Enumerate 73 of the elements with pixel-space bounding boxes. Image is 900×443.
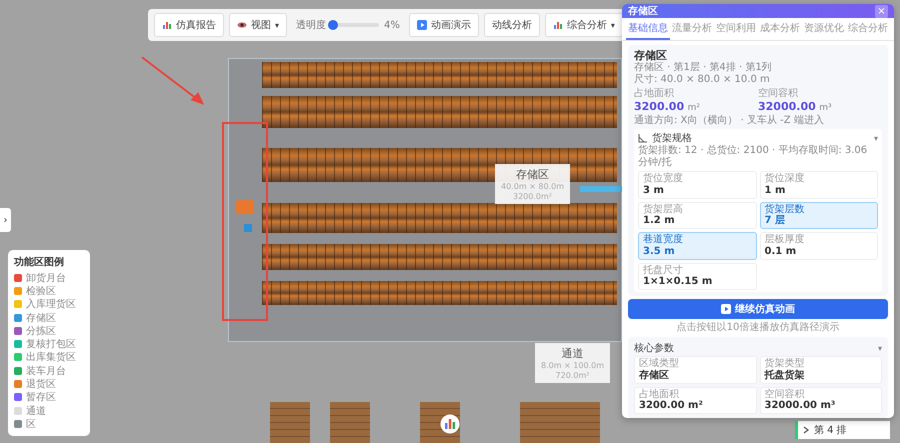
stat-label: 占地面积 (634, 88, 675, 100)
legend-label: 复核打包区 (26, 338, 76, 352)
continue-animation-button[interactable]: 继续仿真动画 (628, 299, 888, 320)
opacity-label: 透明度 (296, 18, 326, 32)
forklift-marker-icon (236, 200, 254, 214)
param-field: 空间容积 32000.00 m³ (760, 386, 882, 414)
legend-label: 存储区 (26, 312, 56, 325)
play-icon (416, 20, 427, 30)
spec-field: 托盘尺寸 1×1×0.15 m (638, 262, 756, 290)
zone-title: 通道 (560, 346, 584, 361)
stat-value: 3200.00 m² (634, 100, 701, 114)
section-header[interactable]: 核心参数 ▾ (634, 341, 882, 356)
legend-label: 入库理货区 (26, 298, 76, 312)
pallet-stack-drawing (330, 402, 370, 443)
toolbar-button[interactable]: 视图 ▾ (229, 13, 288, 37)
legend-label: 通道 (26, 404, 46, 418)
chevron-icon (803, 426, 809, 434)
legend-label: 检验区 (26, 284, 56, 298)
toolbar-button[interactable]: 动画演示 (408, 13, 479, 37)
caret-icon: ▾ (874, 134, 878, 143)
panel-tab[interactable]: 基础信息 (626, 18, 670, 40)
toolbar-button[interactable]: 动线分析 (484, 13, 540, 37)
play-icon (721, 304, 731, 314)
spec-field: 货架层数 7 层 (760, 202, 878, 230)
section-title: 核心参数 (634, 342, 675, 356)
section-title: 货架规格 (652, 132, 693, 144)
pallet-stack-drawing (270, 402, 310, 443)
param-field: 占地面积 3200.00 m² (634, 386, 756, 414)
legend-title: 功能区图例 (14, 256, 65, 269)
chart-icon[interactable] (440, 414, 460, 434)
spec-note: 货架排数: 12 · 总货位: 2100 · 平均存取时间: 3.06 分钟/托 (638, 145, 868, 170)
section-header[interactable]: 货架规格 ▾ (638, 131, 878, 146)
opacity-reading: 4% (384, 20, 400, 30)
zone-area: 3200.0m² (501, 192, 564, 202)
stat-value: 32000.00 m³ (758, 100, 833, 114)
legend-label: 出库集货区 (26, 350, 76, 364)
ruler-icon (638, 133, 648, 144)
spec-field: 巷道宽度 3.5 m (638, 232, 756, 260)
hint-text: 点击按钮以10倍速播放仿真路径演示 (676, 322, 840, 334)
zone-path: 存储区 · 第1层 · 第4排 · 第1列 (634, 62, 773, 74)
legend-label: 区 (26, 418, 36, 431)
sidebar-toggle[interactable]: › (0, 208, 11, 232)
zone-area: 720.0m² (541, 370, 604, 380)
legend-label: 装车月台 (26, 364, 66, 378)
row-label: 第 4 排 (814, 424, 847, 437)
param-field: 区域类型 存储区 (634, 356, 756, 384)
zone-dimensions: 8.0m × 100.0m (541, 361, 604, 371)
spec-field: 层板厚度 0.1 m (760, 232, 878, 260)
bar-chart-icon (162, 20, 172, 30)
legend-label: 退货区 (26, 378, 56, 392)
panel-title: 存储区 (628, 4, 658, 18)
spec-field: 货架层高 1.2 m (638, 202, 756, 230)
caret-icon: ▾ (878, 344, 882, 353)
eye-icon (237, 20, 247, 30)
spec-field: 货位深度 1 m (760, 171, 878, 199)
legend-label: 分拣区 (26, 324, 56, 338)
zone-dimensions: 40.0m × 80.0m (501, 182, 564, 192)
aisle-note: 通道方向: X向（横向） · 叉车从 -Z 端进入 (634, 115, 825, 128)
stat-label: 空间容积 (758, 88, 799, 100)
legend-label: 暂存区 (26, 390, 56, 404)
pallet-stack-drawing (560, 402, 600, 443)
zone-size: 尺寸: 40.0 × 80.0 × 10.0 m (634, 74, 771, 86)
toolbar-button[interactable]: 综合分析 ▾ (544, 13, 623, 37)
toolbar-button[interactable]: 仿真报告 (154, 13, 224, 37)
legend-label: 卸货月台 (26, 272, 66, 285)
param-field: 货架类型 托盘货架 (760, 356, 882, 384)
zone-name: 存储区 (634, 49, 668, 62)
bar-chart-icon (552, 20, 563, 30)
device-marker-icon (244, 224, 252, 232)
row-list-item[interactable]: 第 4 排 (795, 421, 890, 439)
pallet-stack-drawing (520, 402, 560, 443)
spec-field: 货位宽度 3 m (638, 171, 756, 199)
zone-title: 存储区 (515, 167, 550, 182)
